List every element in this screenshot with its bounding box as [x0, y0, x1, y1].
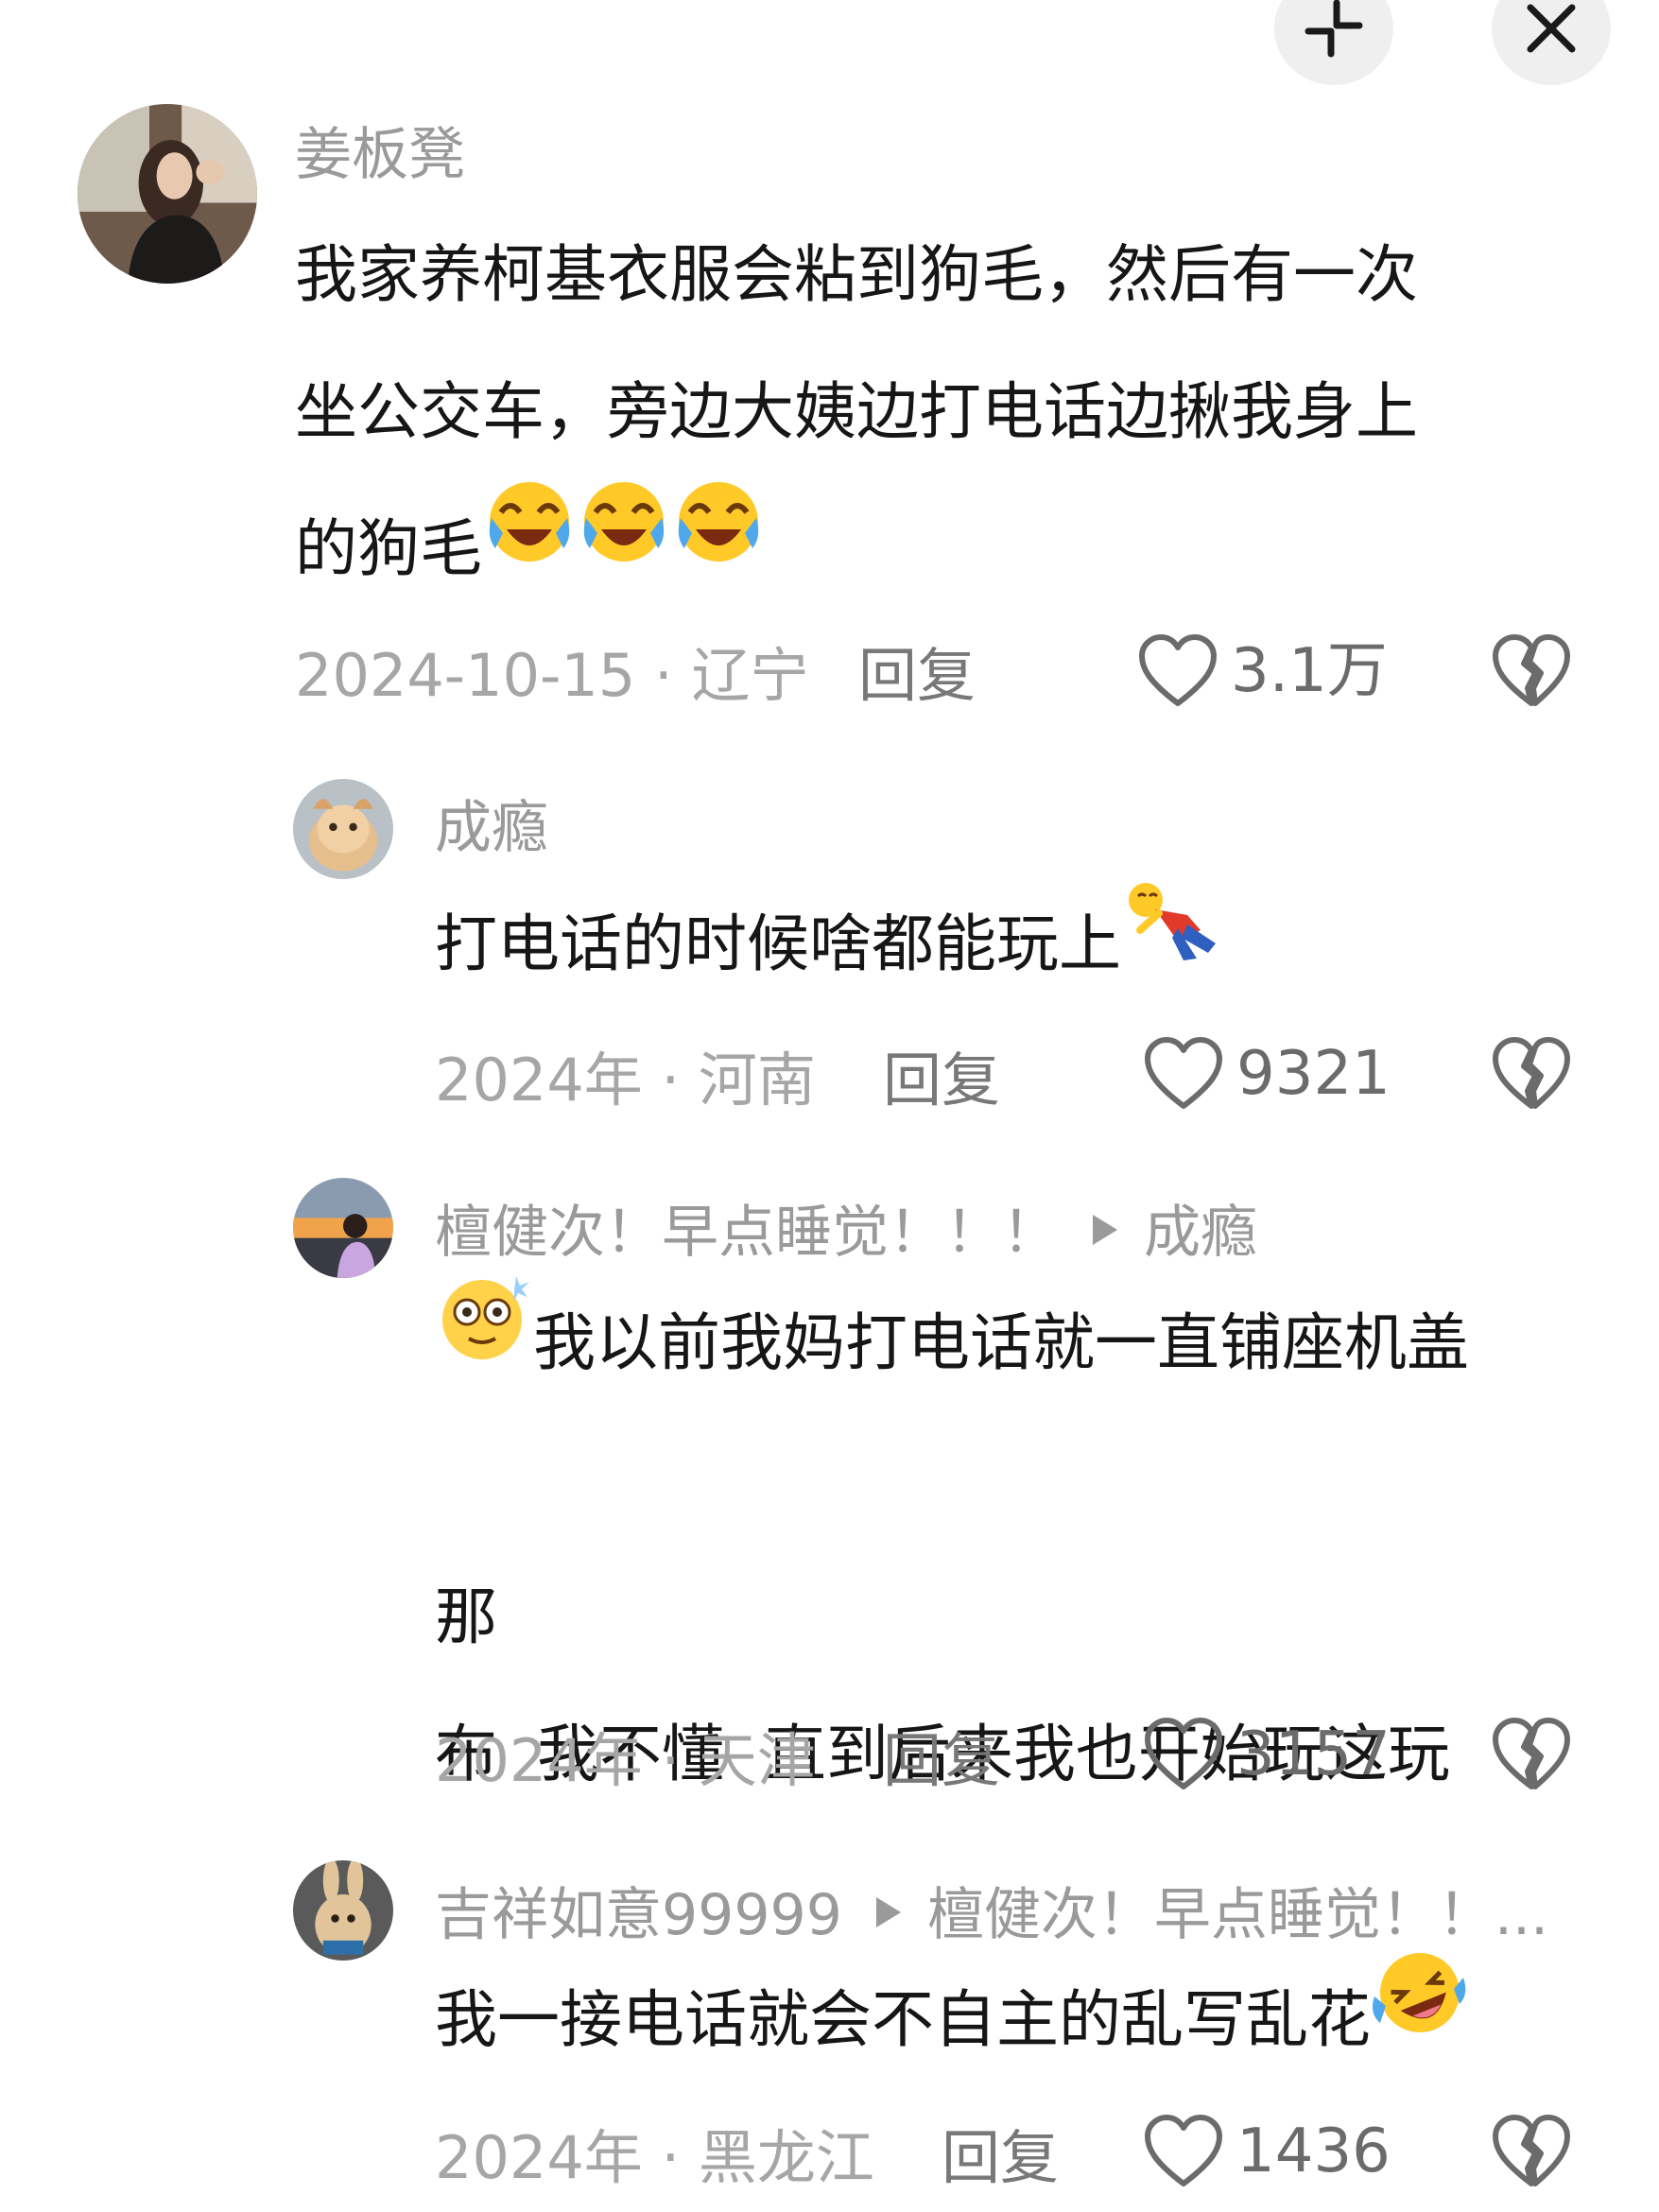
avatar[interactable] [78, 104, 257, 284]
reply-button[interactable]: 回复 [858, 647, 976, 705]
comment-text: 我一接电话就会不自主的乱写乱花 [435, 1951, 1469, 2095]
like-count: 3.1万 [1231, 636, 1388, 706]
comment-item: 姜板凳 我家养柯基衣服会粘到狗毛，然后有一次 坐公交车，旁边大姨边打电话边揪我身… [0, 0, 1659, 747]
comment-date-location: 2024年 · 天津 [435, 1726, 816, 1795]
reply-target[interactable]: 檀健次！早点睡觉！！... [927, 1882, 1548, 1948]
comment-text: 的狗毛 [295, 480, 766, 622]
like-button[interactable]: 3157 [1144, 1717, 1391, 1792]
dizzy-face-emoji [435, 1269, 533, 1410]
avatar[interactable] [293, 1178, 393, 1278]
reply-item: 檀健次！早点睡觉！！！ 成瘾 我以前我妈打电话就一直铺座机盖 布 我不懂 直到后来… [0, 1144, 1659, 1806]
crying-laughing-emoji [577, 476, 671, 614]
avatar[interactable] [293, 1860, 393, 1961]
reply-arrow-icon [1093, 1215, 1117, 1246]
reply-target[interactable]: 成瘾 [1144, 1200, 1257, 1266]
comment-text-line: 的狗毛 [295, 512, 482, 585]
comment-username[interactable]: 吉祥如意99999 檀健次！早点睡觉！！... [435, 1887, 1548, 1944]
comment-date-location: 2024年 · 河南 [435, 1046, 816, 1115]
reply-button[interactable]: 回复 [883, 1732, 1000, 1790]
comment-text: 我家养柯基衣服会粘到狗毛，然后有一次 [295, 206, 1418, 343]
comment-username[interactable]: 姜板凳 [295, 127, 465, 183]
rolling-laughing-emoji [1371, 1945, 1469, 2087]
dislike-button[interactable] [1492, 2114, 1571, 2193]
heart-icon [1139, 634, 1217, 706]
comment-text-line: 坐公交车，旁边大姨边打电话边揪我身上 [295, 375, 1418, 448]
crying-laughing-emoji [482, 476, 577, 614]
comment-text: 我以前我妈打电话就一直铺座机盖 [435, 1274, 1469, 1418]
like-button[interactable]: 9321 [1144, 1036, 1391, 1112]
broken-heart-icon [1493, 2115, 1570, 2186]
comment-text-line: 我家养柯基衣服会粘到狗毛，然后有一次 [295, 238, 1418, 311]
reply-arrow-icon [875, 1897, 901, 1928]
reply-author[interactable]: 檀健次！早点睡觉！！！ [435, 1200, 1059, 1266]
comment-text: 坐公交车，旁边大姨边打电话边揪我身上 [295, 343, 1418, 480]
like-count: 1436 [1236, 2117, 1391, 2186]
crying-laughing-emoji [671, 476, 766, 614]
like-count: 3157 [1236, 1719, 1391, 1789]
falling-person-emoji [1121, 872, 1225, 1010]
reply-author[interactable]: 吉祥如意99999 [435, 1882, 842, 1948]
dislike-button[interactable] [1492, 1717, 1571, 1796]
like-count: 9321 [1236, 1039, 1391, 1109]
broken-heart-icon [1493, 1037, 1570, 1109]
comment-text: 那 [435, 1548, 497, 1685]
comment-date-location: 2024年 · 黑龙江 [435, 2123, 874, 2192]
comment-text-line: 我一接电话就会不自主的乱写乱花 [435, 1983, 1371, 2056]
like-button[interactable]: 1436 [1144, 2114, 1391, 2189]
reply-button[interactable]: 回复 [883, 1051, 1000, 1110]
heart-icon [1145, 1037, 1222, 1109]
like-button[interactable]: 3.1万 [1138, 633, 1388, 709]
comment-text-line: 我以前我妈打电话就一直铺座机盖 [533, 1306, 1469, 1379]
reply-item: 吉祥如意99999 檀健次！早点睡觉！！... 我一接电话就会不自主的乱写乱花 2… [0, 1824, 1659, 2212]
heart-icon [1145, 1718, 1222, 1789]
heart-icon [1145, 2115, 1222, 2186]
comment-username[interactable]: 檀健次！早点睡觉！！！ 成瘾 [435, 1204, 1257, 1261]
reply-item: 成瘾 打电话的时候啥都能玩上 2024年 · 河南 回复 9321 [0, 747, 1659, 1144]
dislike-button[interactable] [1492, 1036, 1571, 1115]
comment-text-line: 打电话的时候啥都能玩上 [435, 907, 1121, 980]
comment-username[interactable]: 成瘾 [435, 800, 548, 856]
dislike-button[interactable] [1492, 633, 1571, 713]
comment-text: 打电话的时候啥都能玩上 [435, 875, 1225, 1017]
comment-text-line: 那 [435, 1581, 497, 1653]
comment-date-location: 2024-10-15 · 辽宁 [295, 641, 809, 710]
broken-heart-icon [1493, 634, 1570, 706]
reply-button[interactable]: 回复 [942, 2129, 1059, 2187]
broken-heart-icon [1493, 1718, 1570, 1789]
avatar[interactable] [293, 779, 393, 879]
